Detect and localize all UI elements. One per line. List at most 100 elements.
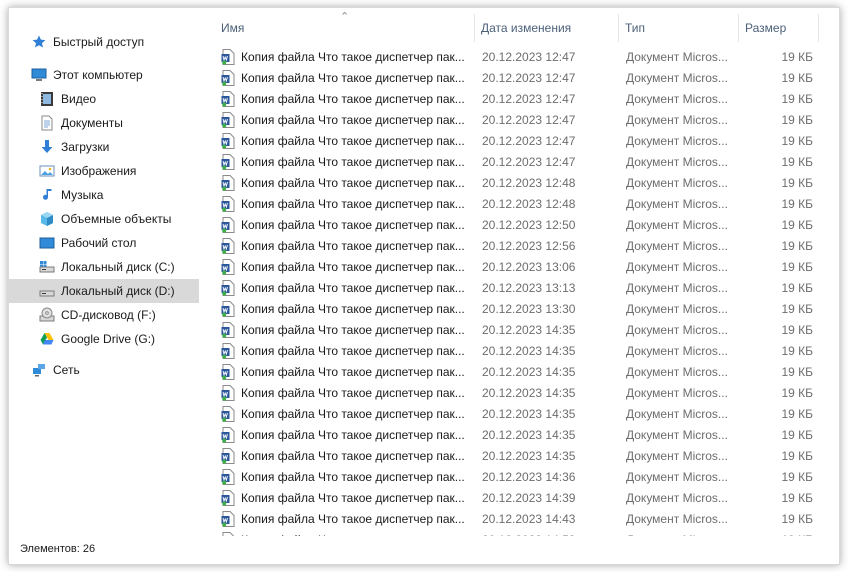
- table-row[interactable]: Копия файла Что такое диспетчер пак... 20…: [209, 256, 819, 277]
- table-row[interactable]: Копия файла Что такое диспетчер пак... 20…: [209, 193, 819, 214]
- table-row[interactable]: Копия файла Что такое диспетчер пак... 20…: [209, 466, 819, 487]
- column-header-date[interactable]: Дата изменения: [475, 14, 619, 42]
- file-name: Копия файла Что такое диспетчер пак...: [241, 154, 465, 169]
- file-name: Копия файла Что такое диспетчер пак...: [241, 364, 465, 379]
- desktop-icon: [39, 235, 55, 251]
- word-document-icon: [221, 132, 235, 149]
- word-document-icon: [221, 426, 235, 443]
- file-type: Документ Micros...: [626, 280, 728, 295]
- file-name: Копия файла Что такое диспетчер пак...: [241, 385, 465, 400]
- file-name-cell: Копия файла Что такое диспетчер пак...: [221, 279, 475, 296]
- sidebar-item-drive-d[interactable]: Локальный диск (D:): [9, 279, 199, 303]
- file-name-cell: Копия файла Что такое диспетчер пак...: [221, 426, 475, 443]
- file-date: 20.12.2023 12:47: [482, 91, 576, 106]
- file-size: 19 КБ: [781, 301, 813, 316]
- table-row[interactable]: Копия файла Что такое диспетчер пак... 20…: [209, 109, 819, 130]
- file-type: Документ Micros...: [626, 70, 728, 85]
- file-size: 19 КБ: [781, 91, 813, 106]
- sidebar-item-pictures[interactable]: Изображения: [9, 159, 199, 183]
- file-name: Копия файла Что такое диспетчер пак...: [241, 448, 465, 463]
- table-row[interactable]: Копия файла Что такое диспетчер пак... 20…: [209, 382, 819, 403]
- table-row[interactable]: Копия файла Что такое диспетчер пак... 20…: [209, 172, 819, 193]
- word-document-icon: [221, 237, 235, 254]
- file-name: Копия файла Что такое диспетчер пак...: [241, 133, 465, 148]
- column-header-type[interactable]: Тип: [619, 14, 739, 42]
- status-item-count: Элементов: 26: [20, 543, 96, 555]
- table-row[interactable]: Копия файла Что такое диспетчер пак... 20…: [209, 151, 819, 172]
- file-size: 19 КБ: [781, 343, 813, 358]
- table-row[interactable]: Копия файла Что такое диспетчер пак... 20…: [209, 88, 819, 109]
- column-header-size[interactable]: Размер: [739, 14, 819, 42]
- cd-drive-icon: [39, 307, 55, 323]
- file-size: 19 КБ: [781, 217, 813, 232]
- sidebar-item-label: Музыка: [61, 188, 104, 202]
- sidebar-item-drive-c[interactable]: Локальный диск (C:): [9, 255, 199, 279]
- file-type: Документ Micros...: [626, 511, 728, 526]
- file-name: Копия файла Что такое диспетчер пак...: [241, 175, 465, 190]
- file-name-cell: Копия файла Что такое диспетчер пак...: [221, 48, 475, 65]
- file-date: 20.12.2023 12:47: [482, 112, 576, 127]
- table-row[interactable]: Копия файла Что такое диспетчер пак... 20…: [209, 67, 819, 88]
- word-document-icon: [221, 153, 235, 170]
- file-name-cell: Копия файла Что такое диспетчер пак...: [221, 237, 475, 254]
- word-document-icon: [221, 447, 235, 464]
- file-size: 19 КБ: [781, 154, 813, 169]
- file-type: Документ Micros...: [626, 469, 728, 484]
- word-document-icon: [221, 195, 235, 212]
- sidebar-item-cd-drive[interactable]: CD-дисковод (F:): [9, 303, 199, 327]
- table-row[interactable]: Копия файла Что такое диспетчер пак... 20…: [209, 319, 819, 340]
- column-divider[interactable]: [818, 14, 819, 42]
- file-name-cell: Копия файла Что такое диспетчер пак...: [221, 489, 475, 506]
- column-header-name[interactable]: Имя: [215, 14, 473, 42]
- file-date: 20.12.2023 12:47: [482, 70, 576, 85]
- table-row[interactable]: Копия файла Что такое диспетчер пак... 20…: [209, 508, 819, 529]
- nav-network[interactable]: Сеть: [9, 358, 221, 382]
- table-row[interactable]: Копия файла Что такое диспетчер пак... 20…: [209, 529, 819, 536]
- table-row[interactable]: Копия файла Что такое диспетчер пак... 20…: [209, 214, 819, 235]
- table-row[interactable]: Копия файла Что такое диспетчер пак... 20…: [209, 298, 819, 319]
- word-document-icon: [221, 111, 235, 128]
- file-date: 20.12.2023 14:36: [482, 469, 576, 484]
- file-date: 20.12.2023 14:58: [482, 533, 575, 537]
- table-row[interactable]: Копия файла Что такое диспетчер пак... 20…: [209, 361, 819, 382]
- table-row[interactable]: Копия файла Что такое диспетчер пак... 20…: [209, 130, 819, 151]
- google-drive-icon: [39, 331, 55, 347]
- nav-network-label: Сеть: [53, 363, 80, 377]
- file-name-cell: Копия файла Что такое диспетчер пак...: [221, 531, 475, 537]
- computer-icon: [31, 67, 47, 83]
- sidebar-item-desktop[interactable]: Рабочий стол: [9, 231, 199, 255]
- table-row[interactable]: Копия файла Что такое диспетчер пак... 20…: [209, 445, 819, 466]
- table-row[interactable]: Копия файла Что такое диспетчер пак... 20…: [209, 487, 819, 508]
- file-name: Копия файла Что такое диспетчер пак...: [241, 533, 465, 537]
- file-type: Документ Micros...: [626, 91, 728, 106]
- table-row[interactable]: Копия файла Что такое диспетчер пак... 20…: [209, 277, 819, 298]
- nav-this-pc[interactable]: Этот компьютер: [9, 63, 221, 87]
- file-name: Копия файла Что такое диспетчер пак...: [241, 217, 465, 232]
- file-date: 20.12.2023 12:48: [482, 196, 576, 211]
- sidebar-item-label: Локальный диск (C:): [61, 260, 175, 274]
- table-row[interactable]: Копия файла Что такое диспетчер пак... 20…: [209, 235, 819, 256]
- nav-quick-access[interactable]: Быстрый доступ: [9, 30, 221, 54]
- table-row[interactable]: Копия файла Что такое диспетчер пак... 20…: [209, 403, 819, 424]
- table-row[interactable]: Копия файла Что такое диспетчер пак... 20…: [209, 340, 819, 361]
- file-size: 19 КБ: [781, 448, 813, 463]
- sidebar-item-downloads[interactable]: Загрузки: [9, 135, 199, 159]
- sidebar-item-3d-objects[interactable]: Объемные объекты: [9, 207, 199, 231]
- file-size: 19 КБ: [781, 112, 813, 127]
- file-size: 19 КБ: [781, 70, 813, 85]
- sidebar-item-documents[interactable]: Документы: [9, 111, 199, 135]
- word-document-icon: [221, 342, 235, 359]
- sidebar-item-music[interactable]: Музыка: [9, 183, 199, 207]
- table-row[interactable]: Копия файла Что такое диспетчер пак... 20…: [209, 46, 819, 67]
- table-row[interactable]: Копия файла Что такое диспетчер пак... 20…: [209, 424, 819, 445]
- file-type: Документ Micros...: [626, 364, 728, 379]
- file-name: Копия файла Что такое диспетчер пак...: [241, 259, 465, 274]
- sidebar-item-label: Документы: [61, 116, 123, 130]
- file-date: 20.12.2023 12:56: [482, 238, 576, 253]
- sidebar-item-google-drive[interactable]: Google Drive (G:): [9, 327, 199, 351]
- pictures-icon: [39, 163, 55, 179]
- sidebar-item-video[interactable]: Видео: [9, 87, 199, 111]
- downloads-icon: [39, 139, 55, 155]
- 3d-objects-icon: [39, 211, 55, 227]
- file-type: Документ Micros...: [626, 49, 728, 64]
